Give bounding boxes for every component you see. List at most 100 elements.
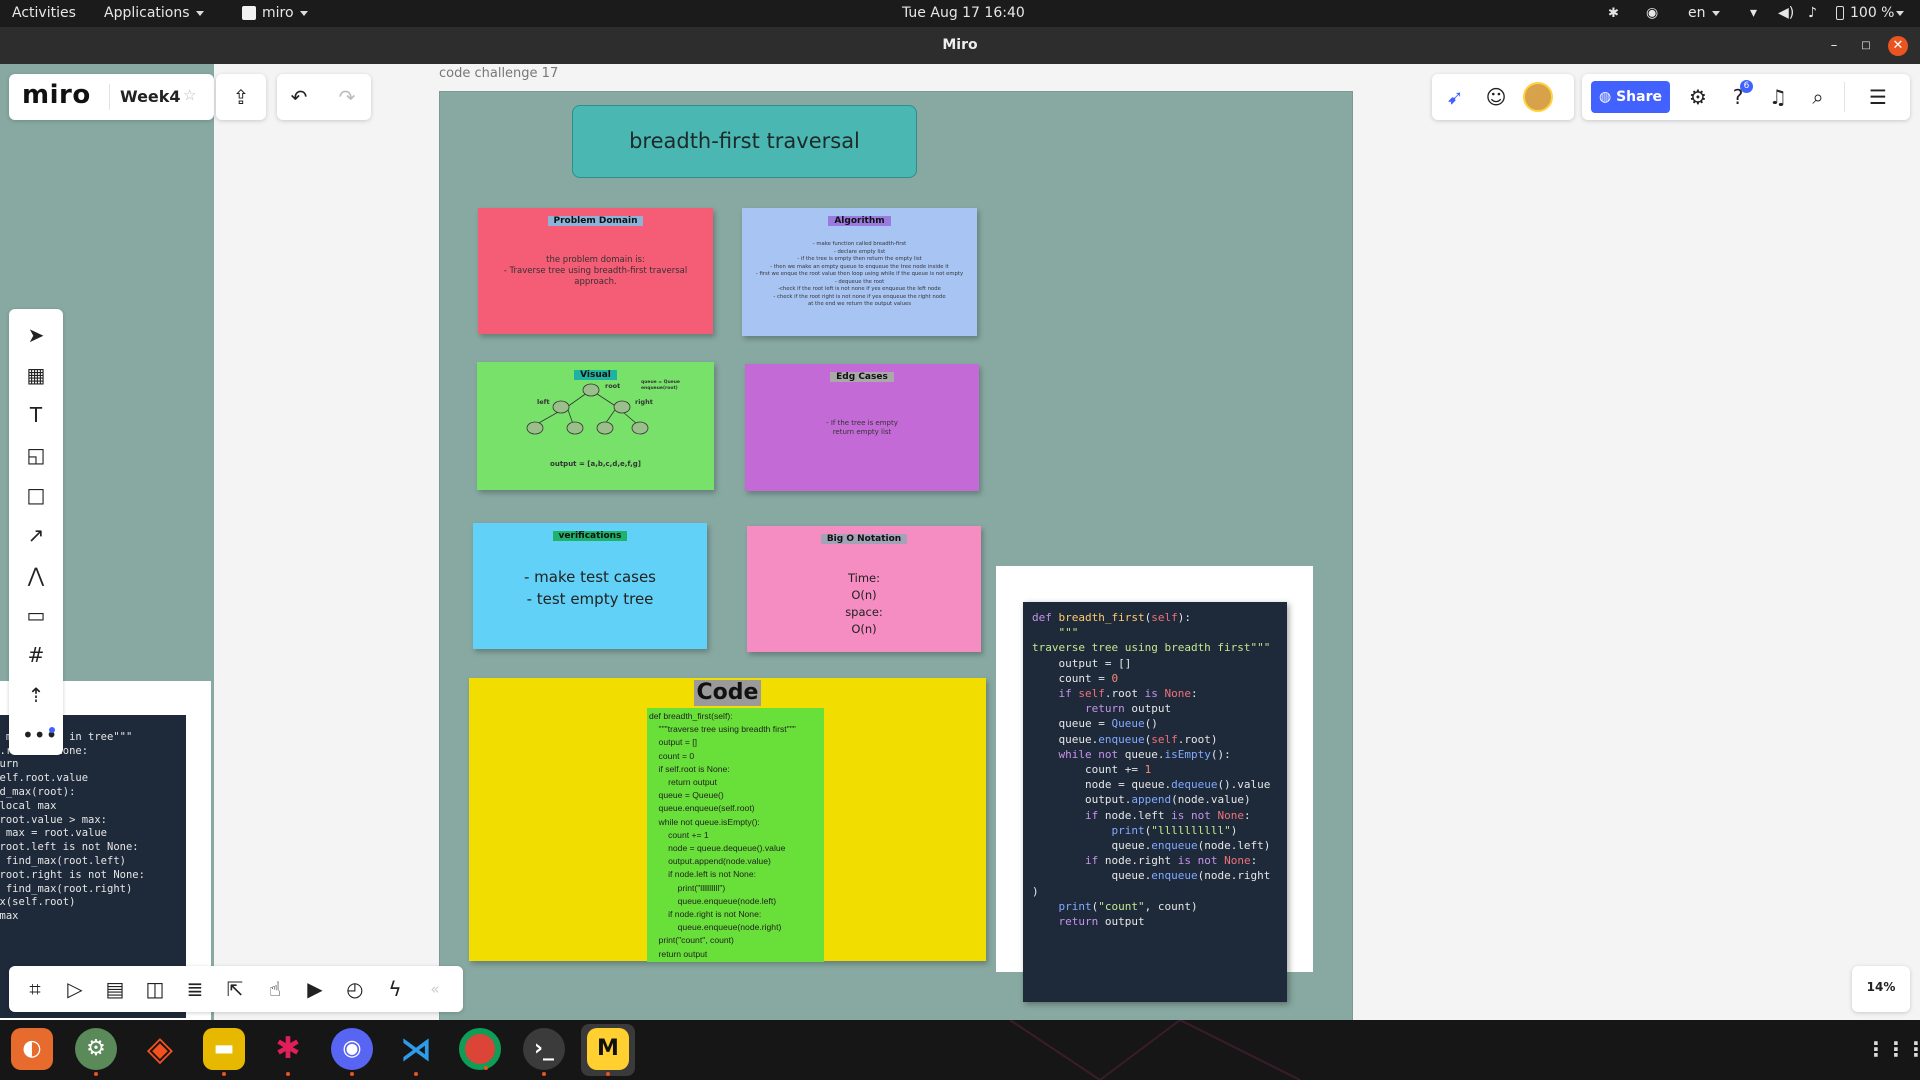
chrome-icon[interactable] bbox=[459, 1028, 501, 1070]
clock[interactable]: Tue Aug 17 16:40 bbox=[902, 0, 1025, 27]
sticky-body: Time: O(n) space: O(n) bbox=[845, 571, 883, 636]
sticky-verifications[interactable]: verifications - make test cases - test e… bbox=[473, 523, 707, 649]
notification-badge: 6 bbox=[1740, 80, 1753, 93]
export-panel: ⇪ bbox=[216, 74, 266, 120]
sticky-problem-domain[interactable]: Problem Domain the problem domain is: - … bbox=[478, 208, 713, 334]
search-icon[interactable]: ⌕ bbox=[1804, 83, 1832, 111]
cards-icon[interactable]: ◫ bbox=[141, 975, 169, 1003]
templates-icon[interactable]: ▦ bbox=[22, 361, 50, 389]
share-button[interactable]: ◍ Share bbox=[1591, 81, 1670, 113]
export-icon[interactable]: ⇪ bbox=[227, 83, 255, 111]
running-indicator bbox=[606, 1072, 610, 1076]
discord-icon[interactable]: ◉ bbox=[331, 1028, 373, 1076]
sticky-body: - make test cases - test empty tree bbox=[523, 568, 656, 608]
miro-icon[interactable]: M bbox=[587, 1028, 629, 1076]
tree-label-left: left bbox=[537, 398, 550, 406]
sticky-title: Code bbox=[693, 680, 762, 706]
battery-indicator[interactable]: 100 % bbox=[1836, 0, 1894, 27]
battery-percent: 100 % bbox=[1850, 5, 1895, 21]
upload-icon[interactable]: ⇡ bbox=[22, 681, 50, 709]
miro-logo[interactable]: miro bbox=[22, 80, 91, 110]
running-indicator bbox=[542, 1072, 546, 1076]
presentation-icon[interactable]: ▷ bbox=[61, 975, 89, 1003]
window-title: Miro bbox=[942, 37, 978, 53]
timer-icon[interactable]: ◴ bbox=[341, 975, 369, 1003]
shape-icon[interactable]: □ bbox=[22, 481, 50, 509]
battery-icon bbox=[1836, 6, 1844, 20]
video-call-icon[interactable]: ▶ bbox=[301, 975, 329, 1003]
system-menu-caret[interactable] bbox=[1890, 0, 1904, 27]
discord-tray-icon[interactable]: ◉ bbox=[1646, 0, 1658, 27]
add-collaborator-icon[interactable]: ☺ bbox=[1482, 83, 1510, 111]
frame-icon[interactable]: # bbox=[22, 641, 50, 669]
frame-title[interactable]: code challenge 17 bbox=[439, 66, 558, 81]
show-apps-grid-icon[interactable]: ⋮⋮⋮ bbox=[1866, 1028, 1920, 1070]
ubuntu-software-icon[interactable]: ◐ bbox=[11, 1028, 53, 1070]
redo-icon[interactable]: ↷ bbox=[333, 83, 361, 111]
cursor-filter-icon[interactable]: ➹ bbox=[1441, 83, 1469, 111]
microphone-icon[interactable]: ♪ bbox=[1808, 0, 1817, 27]
vscode-icon[interactable]: ⋊ bbox=[395, 1028, 437, 1076]
code-green-text: def breadth_first(self): """traverse tre… bbox=[649, 711, 796, 959]
select-cursor-icon[interactable]: ➤ bbox=[22, 321, 50, 349]
slack-tray-icon[interactable]: ✱ bbox=[1608, 0, 1619, 27]
more-apps-icon[interactable]: ••• bbox=[22, 721, 57, 749]
sticky-note-icon[interactable]: ◱ bbox=[22, 441, 50, 469]
terminal-icon[interactable]: ›_ bbox=[523, 1028, 565, 1076]
zoom-level[interactable]: 14% bbox=[1852, 980, 1910, 994]
volume-icon[interactable]: ◀) bbox=[1778, 0, 1794, 27]
kanban-icon[interactable]: ≣ bbox=[181, 975, 209, 1003]
tree-node bbox=[631, 421, 649, 435]
settings-app-icon[interactable]: ⚙ bbox=[75, 1028, 117, 1076]
star-icon[interactable]: ☆ bbox=[183, 86, 196, 104]
board-name[interactable]: Week4 bbox=[120, 87, 181, 106]
running-indicator bbox=[484, 1066, 488, 1070]
board-canvas[interactable]: """ """find max value in tree""" if self… bbox=[0, 64, 1920, 1020]
connection-line-icon[interactable]: ↗ bbox=[22, 521, 50, 549]
comment-icon[interactable]: ▭ bbox=[22, 601, 50, 629]
code-card[interactable]: def breadth_first(self): """ traverse tr… bbox=[1023, 602, 1287, 1002]
bell-icon[interactable]: ♫ bbox=[1764, 83, 1792, 111]
app-menu[interactable]: miro bbox=[242, 0, 308, 27]
frames-icon[interactable]: ⌗ bbox=[21, 975, 49, 1003]
code-green-panel[interactable]: def breadth_first(self): """traverse tre… bbox=[647, 708, 824, 962]
sticky-title: Algorithm bbox=[828, 216, 891, 226]
avatar[interactable] bbox=[1523, 82, 1553, 112]
brave-icon[interactable]: ◈ bbox=[139, 1028, 181, 1070]
comments-icon[interactable]: ▤ bbox=[101, 975, 129, 1003]
code-card-text: def breadth_first(self): """ traverse tr… bbox=[1032, 611, 1271, 929]
zoom-panel: 14% bbox=[1852, 966, 1910, 1012]
sticky-title: verifications bbox=[552, 531, 628, 541]
close-icon[interactable]: ✕ bbox=[1888, 36, 1908, 56]
bottom-toolbar: ⌗ ▷ ▤ ◫ ≣ ⇱ ☝ ▶ ◴ ϟ « bbox=[9, 966, 463, 1012]
chevron-down-icon bbox=[1896, 10, 1904, 16]
header-card-text: breadth-first traversal bbox=[629, 129, 860, 153]
undo-icon[interactable]: ↶ bbox=[285, 83, 313, 111]
lightning-icon[interactable]: ϟ bbox=[381, 975, 409, 1003]
collapse-chevron-icon[interactable]: « bbox=[421, 975, 449, 1003]
settings-sliders-icon[interactable]: ⚙ bbox=[1684, 83, 1712, 111]
tree-node-right bbox=[613, 400, 631, 414]
text-icon[interactable]: T bbox=[22, 401, 50, 429]
sticky-edge-cases[interactable]: Edg Cases - If the tree is empty return … bbox=[745, 364, 979, 491]
minimize-icon[interactable]: – bbox=[1824, 36, 1844, 56]
tree-node bbox=[526, 421, 544, 435]
files-icon[interactable]: ▬ bbox=[203, 1028, 245, 1076]
slack-icon[interactable]: ✱ bbox=[267, 1028, 309, 1076]
applications-menu[interactable]: Applications bbox=[104, 0, 204, 27]
maximize-icon[interactable]: □ bbox=[1856, 36, 1876, 56]
header-card[interactable]: breadth-first traversal bbox=[572, 105, 917, 178]
sticky-visual[interactable]: Visual root left right queue = Queue enq… bbox=[477, 362, 714, 490]
running-indicator bbox=[222, 1072, 226, 1076]
like-icon[interactable]: ☝ bbox=[261, 975, 289, 1003]
running-indicator bbox=[350, 1072, 354, 1076]
share-label: Share bbox=[1616, 89, 1662, 105]
language-indicator[interactable]: en bbox=[1688, 0, 1720, 27]
sticky-big-o[interactable]: Big O Notation Time: O(n) space: O(n) bbox=[747, 526, 981, 652]
board-notes-icon[interactable]: ☰ bbox=[1864, 83, 1892, 111]
pen-icon[interactable]: ⋀ bbox=[22, 561, 50, 589]
activities-button[interactable]: Activities bbox=[12, 0, 76, 27]
wifi-icon[interactable]: ▾ bbox=[1750, 0, 1757, 27]
sticky-algorithm[interactable]: Algorithm - make function called breadth… bbox=[742, 208, 977, 336]
share-screen-icon[interactable]: ⇱ bbox=[221, 975, 249, 1003]
